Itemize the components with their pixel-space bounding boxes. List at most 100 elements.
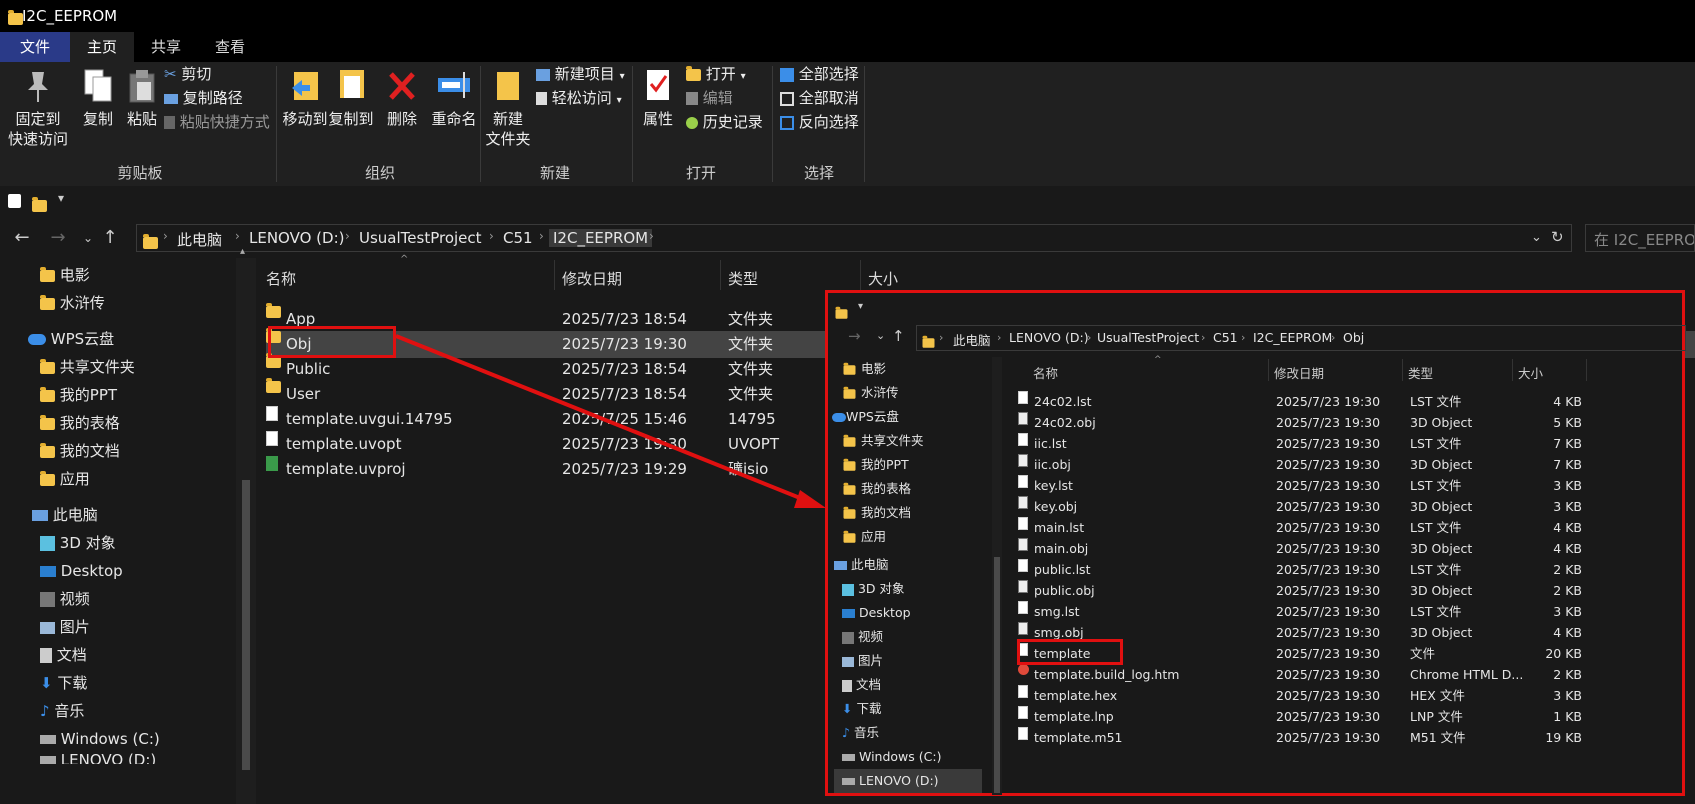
column-header-name[interactable]: 名称 — [1033, 363, 1058, 382]
file-row[interactable]: smg.obj 2025/7/23 19:30 3D Object 4 KB — [828, 622, 1678, 644]
file-row[interactable]: template.m51 2025/7/23 19:30 M51 文件 19 KB — [828, 727, 1678, 749]
file-size: 4 KB — [1553, 520, 1582, 535]
file-date: 2025/7/23 19:30 — [1276, 583, 1381, 598]
breadcrumb-this-pc[interactable]: 此电脑 — [953, 330, 991, 349]
file-row[interactable]: template.hex 2025/7/23 19:30 HEX 文件 3 KB — [828, 685, 1678, 707]
file-date: 2025/7/23 19:30 — [1276, 604, 1381, 619]
file-name: template.hex — [1034, 688, 1118, 703]
chevron-right-icon: › — [997, 331, 1002, 344]
file-row[interactable]: template 2025/7/23 19:30 文件 20 KB — [828, 643, 1678, 665]
file-size: 1 KB — [1553, 709, 1582, 724]
file-date: 2025/7/23 19:30 — [1276, 646, 1381, 661]
file-date: 2025/7/23 19:30 — [1276, 625, 1381, 640]
file-type: 文件 — [1410, 646, 1436, 661]
file-name: 24c02.lst — [1034, 394, 1092, 409]
file-row[interactable]: public.obj 2025/7/23 19:30 3D Object 2 KB — [828, 580, 1678, 602]
file-size: 2 KB — [1553, 583, 1582, 598]
file-type: LST 文件 — [1410, 562, 1462, 577]
column-divider[interactable] — [1268, 359, 1269, 381]
column-header-size[interactable]: 大小 — [1518, 363, 1543, 382]
file-type: 3D Object — [1410, 499, 1473, 514]
file-size: 7 KB — [1553, 457, 1582, 472]
file-size: 3 KB — [1553, 604, 1582, 619]
file-row[interactable]: iic.obj 2025/7/23 19:30 3D Object 7 KB — [828, 454, 1678, 476]
file-date: 2025/7/23 19:30 — [1276, 562, 1381, 577]
file-row[interactable]: 24c02.lst 2025/7/23 19:30 LST 文件 4 KB — [828, 391, 1678, 413]
file-date: 2025/7/23 19:30 — [1276, 394, 1381, 409]
file-date: 2025/7/23 19:30 — [1276, 541, 1381, 556]
file-size: 4 KB — [1553, 394, 1582, 409]
file-type: LST 文件 — [1410, 394, 1462, 409]
address-bar[interactable]: › 此电脑 › LENOVO (D:) › UsualTestProject ›… — [916, 325, 1686, 351]
file-name: public.lst — [1034, 562, 1091, 577]
breadcrumb-drive[interactable]: LENOVO (D:) — [1009, 330, 1089, 345]
file-size: 19 KB — [1545, 730, 1582, 745]
file-row[interactable]: key.obj 2025/7/23 19:30 3D Object 3 KB — [828, 496, 1678, 518]
file-type: HEX 文件 — [1410, 688, 1465, 703]
folder-icon — [834, 303, 849, 322]
file-date: 2025/7/23 19:30 — [1276, 520, 1381, 535]
file-name: main.lst — [1034, 520, 1085, 535]
file-size: 20 KB — [1545, 646, 1582, 661]
file-row[interactable]: main.lst 2025/7/23 19:30 LST 文件 4 KB — [828, 517, 1678, 539]
file-row[interactable]: public.lst 2025/7/23 19:30 LST 文件 2 KB — [828, 559, 1678, 581]
file-date: 2025/7/23 19:30 — [1276, 457, 1381, 472]
obj-folder-window: ▾ → ⌄ ↑ › 此电脑 › LENOVO (D:) › UsualTestP… — [825, 290, 1686, 796]
file-size: 2 KB — [1553, 562, 1582, 577]
column-divider[interactable] — [1402, 359, 1403, 381]
file-row[interactable]: template.build_log.htm 2025/7/23 19:30 Chr… — [828, 664, 1678, 686]
file-date: 2025/7/23 19:30 — [1276, 499, 1381, 514]
file-name: smg.lst — [1034, 604, 1080, 619]
chevron-right-icon: › — [939, 331, 944, 344]
file-type: 3D Object — [1410, 583, 1473, 598]
file-date: 2025/7/23 19:30 — [1276, 478, 1381, 493]
file-name: template.lnp — [1034, 709, 1114, 724]
file-name: public.obj — [1034, 583, 1095, 598]
column-divider[interactable] — [1512, 359, 1513, 381]
sidebar-item-lenovo-d[interactable]: LENOVO (D:) — [834, 769, 982, 793]
file-size: 3 KB — [1553, 499, 1582, 514]
file-date: 2025/7/23 19:30 — [1276, 667, 1381, 682]
file-date: 2025/7/23 19:30 — [1276, 415, 1381, 430]
file-type: LST 文件 — [1410, 520, 1462, 535]
sidebar-item-movies[interactable]: 电影 — [842, 357, 886, 381]
breadcrumb-obj[interactable]: Obj — [1343, 330, 1364, 345]
file-size: 7 KB — [1553, 436, 1582, 451]
file-type: LST 文件 — [1410, 604, 1462, 619]
breadcrumb-usual-test-project[interactable]: UsualTestProject — [1097, 330, 1199, 345]
drive-icon — [842, 754, 855, 761]
file-row[interactable]: template.lnp 2025/7/23 19:30 LNP 文件 1 KB — [828, 706, 1678, 728]
file-row[interactable]: iic.lst 2025/7/23 19:30 LST 文件 7 KB — [828, 433, 1678, 455]
breadcrumb-i2c-eeprom[interactable]: I2C_EEPROM — [1253, 330, 1332, 345]
file-type: 3D Object — [1410, 415, 1473, 430]
chevron-right-icon: › — [1201, 331, 1206, 344]
file-type: LNP 文件 — [1410, 709, 1463, 724]
file-name: 24c02.obj — [1034, 415, 1096, 430]
folder-icon — [843, 362, 856, 375]
breadcrumb-c51[interactable]: C51 — [1213, 330, 1238, 345]
chrome-html-icon — [1018, 664, 1029, 675]
file-row[interactable]: smg.lst 2025/7/23 19:30 LST 文件 3 KB — [828, 601, 1678, 623]
column-header-date[interactable]: 修改日期 — [1274, 363, 1324, 382]
column-divider[interactable] — [1586, 359, 1587, 381]
file-type: M51 文件 — [1410, 730, 1466, 745]
sort-ascending-icon: ^ — [1154, 355, 1162, 365]
column-header-type[interactable]: 类型 — [1408, 363, 1433, 382]
file-date: 2025/7/23 19:30 — [1276, 436, 1381, 451]
file-row[interactable]: key.lst 2025/7/23 19:30 LST 文件 3 KB — [828, 475, 1678, 497]
file-name: template.m51 — [1034, 730, 1123, 745]
file-size: 3 KB — [1553, 478, 1582, 493]
up-arrow-icon[interactable]: ↑ — [892, 327, 905, 345]
chevron-right-icon: › — [1331, 331, 1336, 344]
customize-toolbar-icon[interactable]: ▾ — [858, 301, 863, 312]
file-type: 3D Object — [1410, 625, 1473, 640]
recent-locations-icon[interactable]: ⌄ — [876, 329, 885, 342]
file-row[interactable]: 24c02.obj 2025/7/23 19:30 3D Object 5 KB — [828, 412, 1678, 434]
sidebar-item-label: 电影 — [860, 361, 886, 376]
file-size: 4 KB — [1553, 541, 1582, 556]
folder-icon — [921, 332, 936, 351]
forward-arrow-icon[interactable]: → — [848, 327, 861, 345]
file-name: key.lst — [1034, 478, 1073, 493]
file-row[interactable]: main.obj 2025/7/23 19:30 3D Object 4 KB — [828, 538, 1678, 560]
chevron-right-icon: › — [1087, 331, 1092, 344]
